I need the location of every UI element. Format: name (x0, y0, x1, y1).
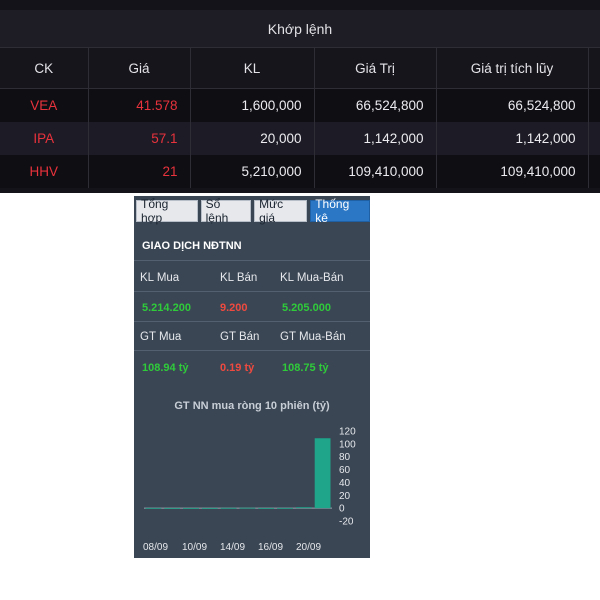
volume-cell: 1,600,000 (190, 88, 315, 122)
tab-price-levels[interactable]: Mức giá (254, 197, 308, 225)
t-cell: 1 (588, 155, 600, 188)
value-net-label: GT Mua-Bán (280, 331, 346, 343)
symbol-cell[interactable]: HHV (0, 155, 89, 188)
cumulative-value-cell: 1,142,000 (436, 122, 589, 155)
volume-sell-value: 9.200 (220, 302, 248, 314)
section-title: GIAO DỊCH NĐTNN (142, 240, 242, 252)
matched-orders-panel: Khớp lệnh CK Giá KL Giá Trị Giá trị tích… (0, 0, 600, 193)
value-cell: 109,410,000 (314, 155, 437, 188)
y-tick-label: 100 (339, 439, 356, 450)
x-tick-label: 16/09 (258, 542, 283, 553)
y-tick-label: 80 (339, 452, 351, 463)
symbol-cell[interactable]: IPA (0, 122, 89, 155)
col-header-value[interactable]: Giá Trị (314, 47, 437, 89)
table-row[interactable]: VEA 41.578 1,600,000 66,524,800 66,524,8… (0, 88, 600, 122)
divider (134, 291, 370, 292)
t-cell: 1 (588, 122, 600, 155)
cumulative-value-cell: 109,410,000 (436, 155, 589, 188)
value-sell-label: GT Bán (220, 331, 260, 343)
chart-bar (220, 507, 237, 509)
x-tick-label: 10/09 (182, 542, 207, 553)
table-header-row: CK Giá KL Giá Trị Giá trị tích lũy T (0, 47, 600, 89)
chart-bar (258, 508, 275, 509)
volume-net-value: 5.205.000 (282, 302, 331, 314)
chart-bar (295, 507, 312, 509)
price-cell: 41.578 (88, 88, 191, 122)
value-sell-value: 0.19 tỷ (220, 362, 255, 374)
col-header-volume[interactable]: KL (190, 47, 315, 89)
y-tick-label: 20 (339, 491, 351, 502)
volume-buy-value: 5.214.200 (142, 302, 191, 314)
divider (134, 260, 370, 261)
t-cell: 1 (588, 88, 600, 122)
net-buy-chart: 120100 80 60 40 20 0 -20 08/09 10/09 14/09 16/09 20… (143, 427, 356, 554)
y-tick-label: -20 (339, 517, 354, 528)
table-row[interactable]: IPA 57.1 20,000 1,142,000 1,142,000 1 (0, 122, 600, 155)
chart-bar (183, 508, 199, 509)
x-tick-label: 08/09 (143, 542, 168, 553)
divider (134, 350, 370, 351)
y-tick-label: 60 (339, 465, 351, 476)
volume-buy-label: KL Mua (140, 272, 180, 284)
value-cell: 1,142,000 (314, 122, 437, 155)
y-tick-label: 120 (339, 427, 356, 438)
chart-bar (201, 508, 218, 509)
value-net-value: 108.75 tỷ (282, 362, 329, 374)
x-tick-label: 14/09 (220, 542, 245, 553)
chart-title: GT NN mua ròng 10 phiên (tỷ) (174, 400, 330, 412)
tab-summary[interactable]: Tổng hợp (136, 197, 198, 225)
foreign-trading-panel: Tổng hợp Sổ lệnh Mức giá Thống kê GIAO D… (134, 196, 370, 558)
col-header-ck[interactable]: CK (0, 47, 89, 89)
matched-orders-header: Khớp lệnh (0, 10, 600, 47)
matched-orders-table: CK Giá KL Giá Trị Giá trị tích lũy T VEA… (0, 47, 600, 188)
chart-bar (277, 507, 293, 509)
symbol-cell[interactable]: VEA (0, 88, 89, 122)
col-header-price[interactable]: Giá (88, 47, 191, 89)
y-tick-label: 40 (339, 478, 351, 489)
divider (134, 321, 370, 322)
price-cell: 57.1 (88, 122, 191, 155)
price-cell: 21 (88, 155, 191, 188)
volume-cell: 5,210,000 (190, 155, 315, 188)
value-cell: 66,524,800 (314, 88, 437, 122)
volume-cell: 20,000 (190, 122, 315, 155)
tab-statistics[interactable]: Thống kê (310, 197, 370, 225)
table-row[interactable]: HHV 21 5,210,000 109,410,000 109,410,000… (0, 155, 600, 188)
chart-bar (314, 438, 331, 509)
volume-net-label: KL Mua-Bán (280, 272, 344, 284)
value-buy-label: GT Mua (140, 331, 182, 343)
panel-tabs: Tổng hợp Sổ lệnh Mức giá Thống kê (136, 197, 370, 225)
y-tick-label: 0 (339, 504, 345, 515)
chart-bar (239, 507, 256, 509)
x-tick-label: 20/09 (296, 542, 321, 553)
cumulative-value-cell: 66,524,800 (436, 88, 589, 122)
tab-order-book[interactable]: Sổ lệnh (200, 197, 252, 225)
col-header-t[interactable]: T (588, 47, 600, 89)
chart-bar (145, 507, 162, 509)
chart-bar (164, 508, 181, 509)
volume-sell-label: KL Bán (220, 272, 258, 284)
value-buy-value: 108.94 tỷ (142, 362, 189, 374)
col-header-cumulative-value[interactable]: Giá trị tích lũy (436, 47, 589, 89)
